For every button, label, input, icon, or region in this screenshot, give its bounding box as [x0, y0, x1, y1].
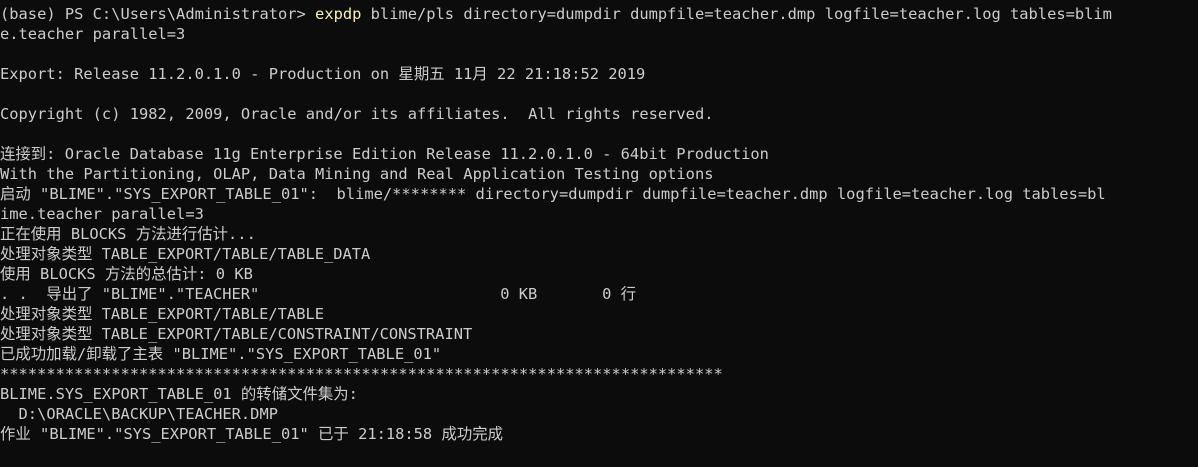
job-start-line: 启动 "BLIME"."SYS_EXPORT_TABLE_01": blime/… — [0, 185, 1106, 203]
prompt: (base) PS C:\Users\Administrator> — [0, 5, 316, 23]
exported-table-line: . . 导出了 "BLIME"."TEACHER" 0 KB 0 行 — [0, 285, 637, 303]
command-args-continued: e.teacher parallel=3 — [0, 25, 186, 43]
dump-set-line: BLIME.SYS_EXPORT_TABLE_01 的转储文件集为: — [0, 385, 358, 403]
process-data-line: 处理对象类型 TABLE_EXPORT/TABLE/TABLE_DATA — [0, 245, 371, 263]
job-complete-line: 作业 "BLIME"."SYS_EXPORT_TABLE_01" 已于 21:1… — [0, 425, 504, 443]
estimate-total-line: 使用 BLOCKS 方法的总估计: 0 KB — [0, 265, 253, 283]
command-name: expdp — [315, 5, 362, 23]
dump-file-path: D:\ORACLE\BACKUP\TEACHER.DMP — [0, 405, 278, 423]
options-line: With the Partitioning, OLAP, Data Mining… — [0, 165, 714, 183]
job-start-continued: ime.teacher parallel=3 — [0, 205, 204, 223]
separator-line: ****************************************… — [0, 365, 723, 383]
export-release-line: Export: Release 11.2.0.1.0 - Production … — [0, 65, 646, 83]
copyright-line: Copyright (c) 1982, 2009, Oracle and/or … — [0, 105, 714, 123]
process-table-line: 处理对象类型 TABLE_EXPORT/TABLE/TABLE — [0, 305, 324, 323]
process-constraint-line: 处理对象类型 TABLE_EXPORT/TABLE/CONSTRAINT/CON… — [0, 325, 473, 343]
command-args: blime/pls directory=dumpdir dumpfile=tea… — [361, 5, 1112, 23]
command-line: (base) PS C:\Users\Administrator> expdp … — [0, 4, 1198, 24]
master-table-line: 已成功加载/卸载了主表 "BLIME"."SYS_EXPORT_TABLE_01… — [0, 345, 442, 363]
connected-line: 连接到: Oracle Database 11g Enterprise Edit… — [0, 145, 769, 163]
estimate-line: 正在使用 BLOCKS 方法进行估计... — [0, 225, 256, 243]
terminal-window[interactable]: (base) PS C:\Users\Administrator> expdp … — [0, 0, 1198, 467]
